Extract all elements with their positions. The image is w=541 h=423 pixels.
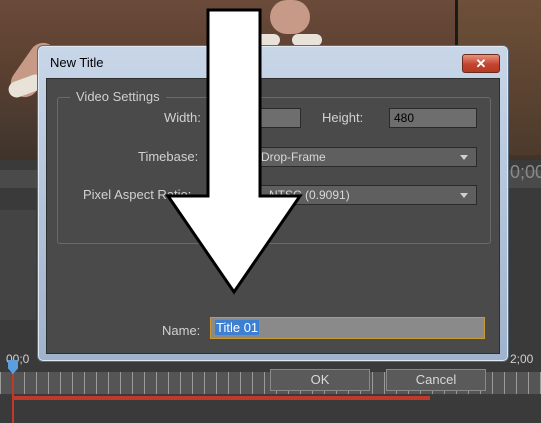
timebase-value: ps Drop-Frame — [245, 150, 326, 164]
width-label: Width: — [164, 110, 201, 125]
chevron-down-icon — [460, 155, 468, 160]
height-field[interactable]: 480 — [389, 108, 477, 128]
new-title-dialog: New Title ✕ Video Settings Width: Height… — [37, 45, 509, 391]
chevron-down-icon — [460, 193, 468, 198]
work-area-bar[interactable] — [12, 396, 430, 400]
timebase-dropdown[interactable]: ps Drop-Frame — [216, 147, 477, 167]
height-label: Height: — [322, 110, 364, 125]
dialog-body: Video Settings Width: Height: 480 Timeba… — [46, 78, 500, 391]
track-area — [0, 210, 36, 320]
pixel-aspect-ratio-value: NTSC (0.9091) — [269, 188, 350, 202]
name-field-selected-text: Title 01 — [215, 320, 260, 335]
close-button[interactable]: ✕ — [462, 54, 500, 73]
video-settings-group: Video Settings Width: Height: 480 Timeba… — [57, 89, 491, 244]
ok-button[interactable]: OK — [270, 369, 370, 391]
dialog-titlebar[interactable]: New Title ✕ — [38, 46, 508, 78]
close-icon: ✕ — [475, 55, 487, 71]
name-label: Name: — [162, 323, 201, 338]
video-content — [270, 0, 310, 34]
pixel-aspect-ratio-dropdown[interactable]: NTSC (0.9091) — [216, 185, 477, 205]
timecode-display: 0;00 — [510, 162, 541, 182]
dialog-title: New Title — [50, 55, 104, 70]
pixel-aspect-ratio-label: Pixel Aspect Ratio: — [83, 187, 192, 202]
timecode-display: 2;00 — [510, 352, 534, 366]
cancel-button[interactable]: Cancel — [386, 369, 486, 391]
timebase-label: Timebase: — [138, 149, 199, 164]
name-field[interactable]: Title 01 — [210, 317, 485, 339]
width-field[interactable] — [216, 108, 301, 128]
video-settings-legend: Video Settings — [70, 89, 166, 104]
